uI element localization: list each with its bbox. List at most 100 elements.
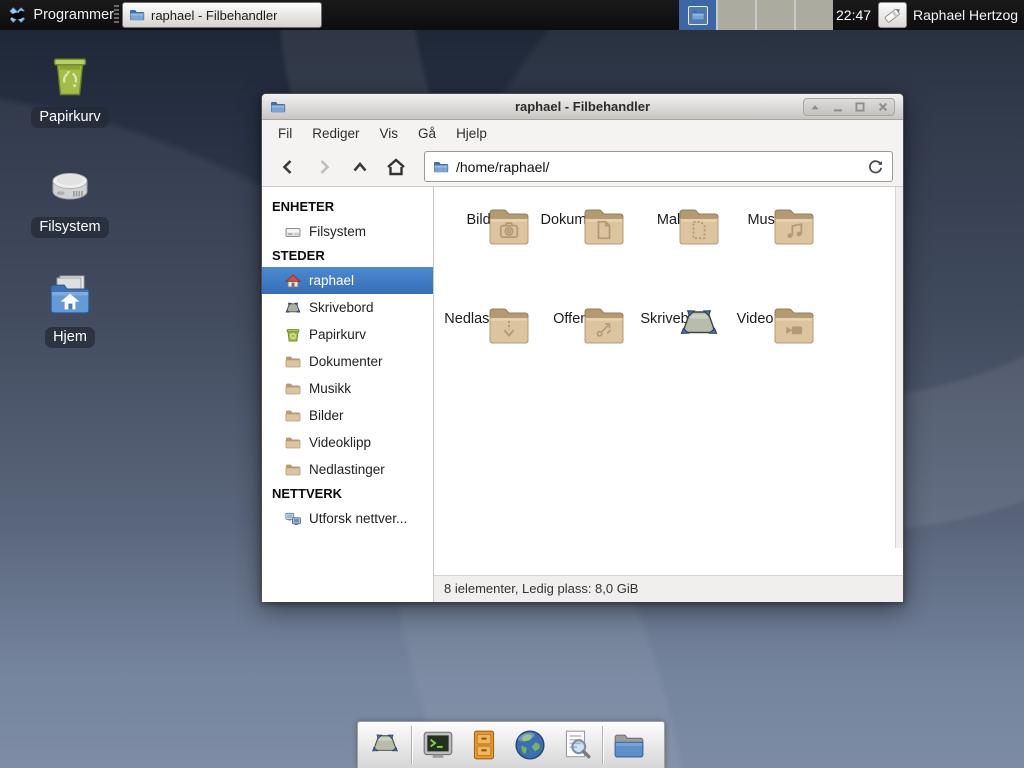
- shade-button[interactable]: [804, 99, 827, 115]
- dock-item-terminal[interactable]: [416, 724, 460, 766]
- desktop-icon-trash[interactable]: Papirkurv: [20, 52, 120, 128]
- folder-videos-icon: [285, 435, 301, 451]
- panel-grip-handle[interactable]: [114, 5, 119, 25]
- user-actions-button[interactable]: [878, 2, 907, 28]
- sidebar-item-trash[interactable]: Papirkurv: [262, 321, 433, 348]
- sidebar-item-downloads[interactable]: Nedlastinger: [262, 456, 433, 483]
- terminal-icon: [421, 728, 455, 762]
- close-icon: [876, 100, 890, 114]
- folder-music-icon: [285, 381, 301, 397]
- file-cabinet-icon: [467, 728, 501, 762]
- file-item-music[interactable]: Musikk: [722, 202, 818, 228]
- window-titlebar[interactable]: raphael - Filbehandler: [262, 94, 903, 120]
- home-button[interactable]: [378, 151, 414, 183]
- sidebar-item-home[interactable]: raphael: [262, 267, 433, 294]
- sidebar-item-music[interactable]: Musikk: [262, 375, 433, 402]
- folder-documents-icon: [285, 354, 301, 370]
- clock: 22:47: [836, 0, 871, 30]
- up-button[interactable]: [342, 151, 378, 183]
- sidebar-header-devices: ENHETER: [262, 196, 433, 218]
- dock-item-show-desktop[interactable]: [363, 724, 407, 766]
- video-emblem-icon: [783, 318, 805, 340]
- dock-separator: [411, 726, 412, 764]
- applications-menu-label: Programmer: [33, 7, 114, 23]
- scrollbar-track[interactable]: [895, 187, 903, 548]
- file-item-videos[interactable]: Videoklipp: [722, 301, 818, 327]
- user-name-label[interactable]: Raphael Hertzog: [913, 0, 1018, 30]
- desktop-icon: [675, 301, 723, 349]
- sidebar-item-label: Skrivebord: [309, 300, 374, 315]
- sidebar-header-network: NETTVERK: [262, 483, 433, 505]
- sidebar-item-desktop[interactable]: Skrivebord: [262, 294, 433, 321]
- taskbar-window-button[interactable]: raphael - Filbehandler: [122, 2, 322, 28]
- sidebar-item-label: Papirkurv: [309, 327, 366, 342]
- minimize-button[interactable]: [827, 99, 850, 115]
- home-icon: [385, 156, 407, 178]
- menu-go[interactable]: Gå: [408, 120, 446, 147]
- sidebar-item-label: Nedlastinger: [309, 462, 385, 477]
- file-item-templates[interactable]: Maler: [627, 202, 723, 228]
- desktop-screen: Programmer raphael - Filbehandler 22:47 …: [0, 0, 1024, 768]
- sidebar: ENHETER Filsystem STEDER raphael Skriveb…: [262, 187, 434, 602]
- workspace-3[interactable]: [757, 0, 794, 30]
- location-bar[interactable]: /home/raphael/: [424, 151, 893, 182]
- sidebar-item-label: Utforsk nettver...: [309, 511, 407, 526]
- sidebar-item-label: Musikk: [309, 381, 351, 396]
- sidebar-item-videos[interactable]: Videoklipp: [262, 429, 433, 456]
- sidebar-item-browse-network[interactable]: Utforsk nettver...: [262, 505, 433, 532]
- dock-item-search[interactable]: [554, 724, 598, 766]
- applications-menu-button[interactable]: Programmer: [2, 0, 114, 30]
- desktop-icon-home[interactable]: Hjem: [20, 272, 120, 348]
- menu-file[interactable]: Fil: [268, 120, 302, 147]
- workspace-4[interactable]: [796, 0, 833, 30]
- folder-icon: [129, 7, 145, 23]
- arrow-up-icon: [808, 100, 822, 114]
- file-item-desktop[interactable]: Skrivebord: [627, 301, 723, 327]
- file-item-pictures[interactable]: Bilder: [437, 202, 533, 228]
- download-emblem-icon: [498, 318, 520, 340]
- dock-item-file-manager[interactable]: [607, 724, 651, 766]
- maximize-button[interactable]: [849, 99, 872, 115]
- sidebar-item-filesystem[interactable]: Filsystem: [262, 218, 433, 245]
- desktop-icon: [285, 300, 301, 316]
- maximize-icon: [853, 100, 867, 114]
- file-item-documents[interactable]: Dokumenter: [532, 202, 628, 228]
- back-button[interactable]: [270, 151, 306, 183]
- hard-drive-icon: [285, 224, 301, 240]
- desktop-icon-label: Hjem: [45, 327, 95, 348]
- dock-item-file-cabinet[interactable]: [462, 724, 506, 766]
- show-desktop-icon: [368, 728, 402, 762]
- music-emblem-icon: [783, 219, 805, 241]
- file-view: Bilder Dokumenter Maler: [434, 187, 903, 602]
- sidebar-header-places: STEDER: [262, 245, 433, 267]
- menu-edit[interactable]: Rediger: [302, 120, 369, 147]
- toolbar: /home/raphael/: [262, 147, 903, 187]
- close-button[interactable]: [872, 99, 895, 115]
- dock-separator: [602, 726, 603, 764]
- sidebar-item-label: raphael: [309, 273, 354, 288]
- xfce-logo-icon: [7, 4, 27, 26]
- folder-icon: [433, 159, 449, 175]
- network-icon: [285, 511, 301, 527]
- desktop-icon-filesystem[interactable]: Filsystem: [20, 162, 120, 238]
- file-item-downloads[interactable]: Nedlastinger: [437, 301, 533, 327]
- share-emblem-icon: [593, 318, 615, 340]
- reload-button[interactable]: [867, 158, 884, 175]
- workspace-2[interactable]: [718, 0, 755, 30]
- sidebar-item-documents[interactable]: Dokumenter: [262, 348, 433, 375]
- menu-help[interactable]: Hjelp: [446, 120, 497, 147]
- workspace-1[interactable]: [679, 0, 716, 30]
- up-icon: [350, 157, 370, 177]
- dock-panel: [357, 721, 665, 768]
- forward-button[interactable]: [306, 151, 342, 183]
- dock-item-web-browser[interactable]: [508, 724, 552, 766]
- hard-drive-icon: [45, 162, 95, 210]
- sidebar-item-pictures[interactable]: Bilder: [262, 402, 433, 429]
- reload-icon: [867, 158, 884, 175]
- location-path[interactable]: /home/raphael/: [456, 159, 867, 175]
- file-item-public[interactable]: Offentlig: [532, 301, 628, 327]
- workspace-switcher: [679, 0, 833, 30]
- sidebar-item-label: Dokumenter: [309, 354, 383, 369]
- desktop-icon-label: Filsystem: [31, 217, 108, 238]
- menu-view[interactable]: Vis: [370, 120, 409, 147]
